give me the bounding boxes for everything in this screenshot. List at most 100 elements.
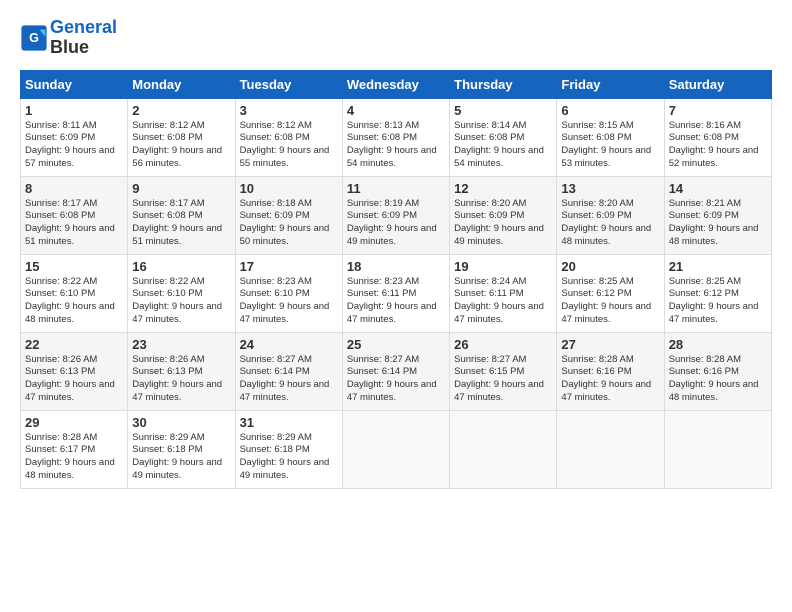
- week-row-5: 29Sunrise: 8:28 AMSunset: 6:17 PMDayligh…: [21, 410, 772, 488]
- day-cell: 22 Sunrise: 8:26 AMSunset: 6:13 PMDayligh…: [21, 332, 128, 410]
- day-info: Sunrise: 8:23 AMSunset: 6:10 PMDaylight:…: [240, 276, 330, 325]
- day-info: Sunrise: 8:20 AMSunset: 6:09 PMDaylight:…: [561, 198, 651, 247]
- day-number: 25: [347, 337, 445, 352]
- day-number: 5: [454, 103, 552, 118]
- day-cell: 17 Sunrise: 8:23 AMSunset: 6:10 PMDayligh…: [235, 254, 342, 332]
- week-row-2: 8Sunrise: 8:17 AMSunset: 6:08 PMDaylight…: [21, 176, 772, 254]
- day-number: 4: [347, 103, 445, 118]
- day-cell: 14Sunrise: 8:21 AMSunset: 6:09 PMDayligh…: [664, 176, 771, 254]
- day-info: Sunrise: 8:28 AMSunset: 6:16 PMDaylight:…: [669, 354, 759, 403]
- day-cell: 4Sunrise: 8:13 AMSunset: 6:08 PMDaylight…: [342, 98, 449, 176]
- day-info: Sunrise: 8:12 AMSunset: 6:08 PMDaylight:…: [132, 120, 222, 169]
- weekday-header-thursday: Thursday: [450, 70, 557, 98]
- svg-text:G: G: [29, 31, 39, 45]
- day-info: Sunrise: 8:22 AMSunset: 6:10 PMDaylight:…: [132, 276, 222, 325]
- day-info: Sunrise: 8:25 AMSunset: 6:12 PMDaylight:…: [669, 276, 759, 325]
- day-number: 15: [25, 259, 123, 274]
- day-cell: 28 Sunrise: 8:28 AMSunset: 6:16 PMDayligh…: [664, 332, 771, 410]
- day-cell: 3 Sunrise: 8:12 AMSunset: 6:08 PMDaylight…: [235, 98, 342, 176]
- day-number: 19: [454, 259, 552, 274]
- weekday-header-monday: Monday: [128, 70, 235, 98]
- day-number: 6: [561, 103, 659, 118]
- day-info: Sunrise: 8:14 AMSunset: 6:08 PMDaylight:…: [454, 120, 544, 169]
- week-row-3: 15 Sunrise: 8:22 AMSunset: 6:10 PMDayligh…: [21, 254, 772, 332]
- day-info: Sunrise: 8:27 AMSunset: 6:15 PMDaylight:…: [454, 354, 544, 403]
- day-cell: 29Sunrise: 8:28 AMSunset: 6:17 PMDayligh…: [21, 410, 128, 488]
- week-row-1: 1 Sunrise: 8:11 AMSunset: 6:09 PMDaylight…: [21, 98, 772, 176]
- day-cell: 19 Sunrise: 8:24 AMSunset: 6:11 PMDayligh…: [450, 254, 557, 332]
- day-info: Sunrise: 8:11 AMSunset: 6:09 PMDaylight:…: [25, 120, 115, 169]
- day-info: Sunrise: 8:23 AMSunset: 6:11 PMDaylight:…: [347, 276, 437, 325]
- day-number: 29: [25, 415, 123, 430]
- logo-blue: Blue: [50, 38, 117, 58]
- day-info: Sunrise: 8:24 AMSunset: 6:11 PMDaylight:…: [454, 276, 544, 325]
- logo-icon: G: [20, 24, 48, 52]
- day-cell: 16 Sunrise: 8:22 AMSunset: 6:10 PMDayligh…: [128, 254, 235, 332]
- day-info: Sunrise: 8:25 AMSunset: 6:12 PMDaylight:…: [561, 276, 651, 325]
- day-cell: [557, 410, 664, 488]
- weekday-header-friday: Friday: [557, 70, 664, 98]
- day-info: Sunrise: 8:12 AMSunset: 6:08 PMDaylight:…: [240, 120, 330, 169]
- day-number: 10: [240, 181, 338, 196]
- day-cell: 13 Sunrise: 8:20 AMSunset: 6:09 PMDayligh…: [557, 176, 664, 254]
- day-cell: 20 Sunrise: 8:25 AMSunset: 6:12 PMDayligh…: [557, 254, 664, 332]
- day-number: 27: [561, 337, 659, 352]
- day-number: 9: [132, 181, 230, 196]
- day-info: Sunrise: 8:15 AMSunset: 6:08 PMDaylight:…: [561, 120, 651, 169]
- logo: G General Blue: [20, 18, 117, 58]
- day-number: 22: [25, 337, 123, 352]
- day-number: 1: [25, 103, 123, 118]
- day-info: Sunrise: 8:27 AMSunset: 6:14 PMDaylight:…: [347, 354, 437, 403]
- day-cell: 8Sunrise: 8:17 AMSunset: 6:08 PMDaylight…: [21, 176, 128, 254]
- day-number: 8: [25, 181, 123, 196]
- day-number: 28: [669, 337, 767, 352]
- day-info: Sunrise: 8:18 AMSunset: 6:09 PMDaylight:…: [240, 198, 330, 247]
- day-number: 12: [454, 181, 552, 196]
- day-number: 16: [132, 259, 230, 274]
- day-number: 31: [240, 415, 338, 430]
- week-row-4: 22 Sunrise: 8:26 AMSunset: 6:13 PMDayligh…: [21, 332, 772, 410]
- day-cell: 9Sunrise: 8:17 AMSunset: 6:08 PMDaylight…: [128, 176, 235, 254]
- day-cell: 21 Sunrise: 8:25 AMSunset: 6:12 PMDayligh…: [664, 254, 771, 332]
- day-number: 7: [669, 103, 767, 118]
- day-cell: 25 Sunrise: 8:27 AMSunset: 6:14 PMDayligh…: [342, 332, 449, 410]
- day-cell: [664, 410, 771, 488]
- logo-general: General: [50, 17, 117, 37]
- weekday-header-row: SundayMondayTuesdayWednesdayThursdayFrid…: [21, 70, 772, 98]
- day-info: Sunrise: 8:28 AMSunset: 6:16 PMDaylight:…: [561, 354, 651, 403]
- day-cell: 2Sunrise: 8:12 AMSunset: 6:08 PMDaylight…: [128, 98, 235, 176]
- day-cell: 26Sunrise: 8:27 AMSunset: 6:15 PMDayligh…: [450, 332, 557, 410]
- day-cell: 11 Sunrise: 8:19 AMSunset: 6:09 PMDayligh…: [342, 176, 449, 254]
- day-cell: 12 Sunrise: 8:20 AMSunset: 6:09 PMDayligh…: [450, 176, 557, 254]
- day-cell: 5 Sunrise: 8:14 AMSunset: 6:08 PMDaylight…: [450, 98, 557, 176]
- day-cell: 24Sunrise: 8:27 AMSunset: 6:14 PMDayligh…: [235, 332, 342, 410]
- day-number: 13: [561, 181, 659, 196]
- day-info: Sunrise: 8:19 AMSunset: 6:09 PMDaylight:…: [347, 198, 437, 247]
- calendar-container: G General Blue SundayMondayTuesdayWednes…: [0, 0, 792, 499]
- day-number: 17: [240, 259, 338, 274]
- weekday-header-tuesday: Tuesday: [235, 70, 342, 98]
- day-cell: 7Sunrise: 8:16 AMSunset: 6:08 PMDaylight…: [664, 98, 771, 176]
- day-cell: 15Sunrise: 8:22 AMSunset: 6:10 PMDayligh…: [21, 254, 128, 332]
- day-info: Sunrise: 8:20 AMSunset: 6:09 PMDaylight:…: [454, 198, 544, 247]
- day-number: 30: [132, 415, 230, 430]
- day-cell: 23Sunrise: 8:26 AMSunset: 6:13 PMDayligh…: [128, 332, 235, 410]
- day-info: Sunrise: 8:26 AMSunset: 6:13 PMDaylight:…: [25, 354, 115, 403]
- day-number: 20: [561, 259, 659, 274]
- day-cell: 6 Sunrise: 8:15 AMSunset: 6:08 PMDaylight…: [557, 98, 664, 176]
- day-info: Sunrise: 8:29 AMSunset: 6:18 PMDaylight:…: [240, 432, 330, 481]
- day-cell: 31 Sunrise: 8:29 AMSunset: 6:18 PMDayligh…: [235, 410, 342, 488]
- day-number: 3: [240, 103, 338, 118]
- day-info: Sunrise: 8:21 AMSunset: 6:09 PMDaylight:…: [669, 198, 759, 247]
- weekday-header-wednesday: Wednesday: [342, 70, 449, 98]
- day-info: Sunrise: 8:29 AMSunset: 6:18 PMDaylight:…: [132, 432, 222, 481]
- weekday-header-saturday: Saturday: [664, 70, 771, 98]
- day-cell: 18 Sunrise: 8:23 AMSunset: 6:11 PMDayligh…: [342, 254, 449, 332]
- header: G General Blue: [20, 18, 772, 58]
- day-number: 21: [669, 259, 767, 274]
- calendar-table: SundayMondayTuesdayWednesdayThursdayFrid…: [20, 70, 772, 489]
- day-cell: [342, 410, 449, 488]
- day-cell: 30 Sunrise: 8:29 AMSunset: 6:18 PMDayligh…: [128, 410, 235, 488]
- day-number: 11: [347, 181, 445, 196]
- day-number: 18: [347, 259, 445, 274]
